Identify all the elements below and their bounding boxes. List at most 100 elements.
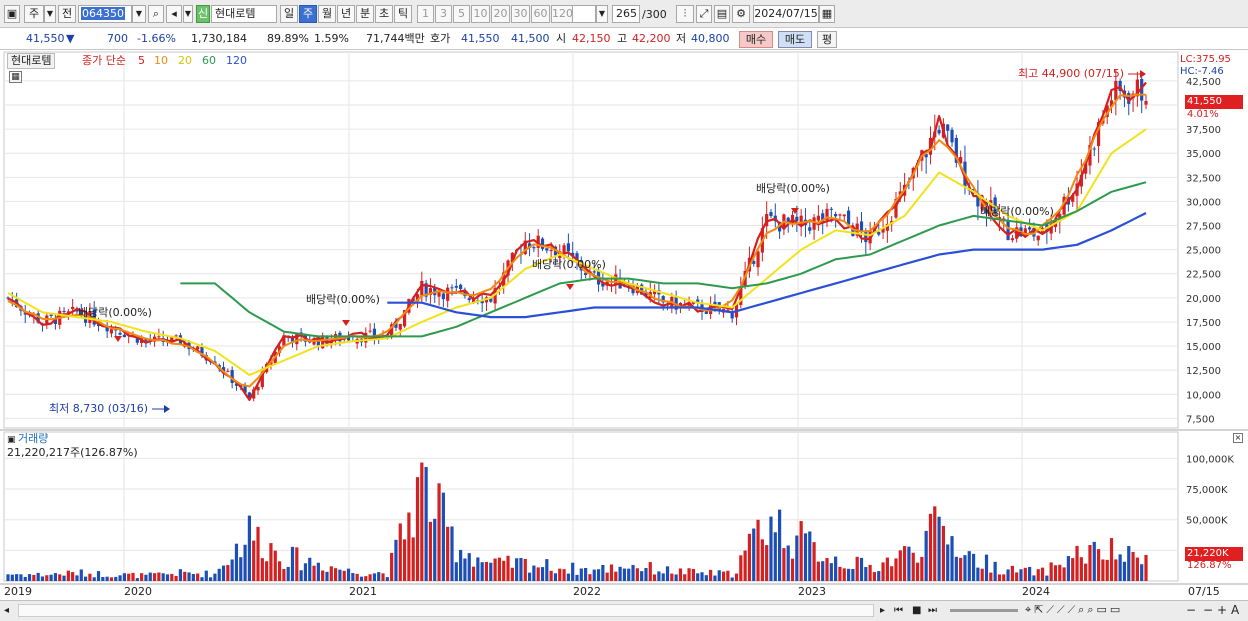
volume-bar: [53, 573, 58, 581]
period-button-1[interactable]: 주: [299, 5, 317, 23]
interval-button-0[interactable]: 1: [417, 5, 434, 23]
next-page-icon[interactable]: ⏭: [928, 604, 937, 618]
calendar-icon[interactable]: ▦: [819, 5, 835, 23]
period-button-3[interactable]: 년: [337, 5, 355, 23]
ask-label: 호가: [430, 32, 451, 45]
volume-bar: [1053, 565, 1058, 581]
interval-button-7[interactable]: 120: [551, 5, 573, 23]
period-button-6[interactable]: 틱: [394, 5, 412, 23]
volume-bar: [665, 566, 670, 581]
y-tick-label: 12,500: [1186, 366, 1221, 377]
volume-bar: [648, 562, 652, 581]
sell-button[interactable]: 매도: [778, 31, 812, 48]
volume-panel-icon[interactable]: ▣: [7, 433, 16, 447]
interval-button-3[interactable]: 10: [471, 5, 490, 23]
prev-button[interactable]: 전: [58, 5, 76, 23]
market-dropdown-icon[interactable]: ▼: [44, 5, 56, 23]
candle-type-icon[interactable]: ⫶: [676, 5, 694, 23]
market-select[interactable]: 주: [24, 5, 44, 23]
scroll-right-icon[interactable]: ▸: [880, 604, 885, 618]
volume-bar: [1140, 564, 1144, 581]
price-volume-chart[interactable]: 42,50040,00037,50035,00032,50030,00027,5…: [0, 50, 1248, 601]
drawing-tools-icons[interactable]: ⌖⇱⟋⟋⟋⌕⌕▭▭: [1025, 603, 1123, 617]
period-button-0[interactable]: 일: [280, 5, 298, 23]
volume-bar: [394, 539, 398, 581]
candle-body: [864, 230, 868, 243]
interval-button-2[interactable]: 5: [453, 5, 470, 23]
volume-bar: [200, 577, 204, 581]
candle-body: [118, 332, 122, 335]
volume-bar: [562, 569, 566, 581]
open-price: 42,150: [572, 32, 611, 45]
period-button-2[interactable]: 월: [318, 5, 336, 23]
volume-bar: [329, 566, 333, 581]
volume-bar: [411, 537, 415, 581]
interval-button-5[interactable]: 30: [511, 5, 530, 23]
search-icon[interactable]: ⌕: [148, 5, 164, 23]
volume-bar: [299, 570, 303, 581]
table-icon[interactable]: ▦: [9, 71, 22, 83]
volume-bar: [601, 564, 605, 581]
candle-body: [545, 248, 549, 251]
save-icon[interactable]: ▤: [714, 5, 730, 23]
volume-bar: [497, 557, 502, 581]
volume-bar: [83, 576, 88, 581]
interval-button-4[interactable]: 20: [491, 5, 510, 23]
settings-gear-icon[interactable]: ⚙: [732, 5, 750, 23]
code-dropdown-icon[interactable]: ▼: [132, 5, 146, 23]
period-button-5[interactable]: 초: [375, 5, 393, 23]
close-panel-icon[interactable]: ×: [1233, 433, 1243, 443]
volume-bar: [700, 572, 704, 581]
zoom-in-icon[interactable]: +: [1217, 603, 1227, 617]
volume-bar: [553, 573, 558, 581]
first-page-icon[interactable]: ⏮: [894, 604, 903, 618]
volume-bar: [816, 561, 820, 581]
volume-bar: [506, 555, 510, 581]
window-icon[interactable]: ▣: [4, 5, 20, 23]
interval-custom-field[interactable]: [572, 5, 596, 23]
volume-bar: [1040, 567, 1045, 581]
volume-bar: [390, 552, 394, 581]
volume-bar: [1006, 569, 1010, 581]
current-price-tag: 41,550: [1185, 95, 1243, 109]
speaker-dropdown-icon[interactable]: ▼: [183, 5, 193, 23]
stock-name-field[interactable]: 현대로템: [211, 5, 277, 23]
volume-value: 1,730,184: [191, 32, 247, 45]
stock-chart-app: { "toolbar": { "market_label": "주", "pre…: [0, 0, 1248, 621]
date-input[interactable]: 2024/07/15: [753, 5, 819, 23]
stop-icon[interactable]: ■: [912, 604, 921, 618]
count-input[interactable]: 265: [612, 5, 640, 23]
interval-button-6[interactable]: 60: [531, 5, 550, 23]
x-axis-label: 2024: [1022, 585, 1050, 598]
chart-tools-icon[interactable]: ⤢: [696, 5, 712, 23]
scroll-left-icon[interactable]: ◂: [4, 604, 9, 618]
candle-body: [441, 293, 445, 300]
bottom-scrollbar[interactable]: ◂ ▸ ⏮ ■ ⏭ ⌖⇱⟋⟋⟋⌕⌕▭▭ − − + A: [0, 600, 1248, 621]
font-size-icon[interactable]: A: [1231, 603, 1239, 617]
zoom-out-icon[interactable]: −: [1186, 603, 1196, 617]
buy-button[interactable]: 매수: [739, 31, 773, 48]
interval-button-1[interactable]: 3: [435, 5, 452, 23]
volume-tick-label: 50,000K: [1186, 516, 1228, 527]
volume-bar: [1105, 559, 1109, 581]
stock-code-input[interactable]: 064350: [78, 5, 132, 23]
minus-icon[interactable]: −: [1203, 603, 1213, 617]
volume-bar: [678, 568, 683, 581]
speaker-icon[interactable]: ◂: [166, 5, 182, 23]
ask-price: 41,550: [461, 32, 500, 45]
evaluation-button[interactable]: 평: [817, 31, 837, 48]
volume-bar: [747, 533, 752, 581]
dividend-label: 배당락(0.00%): [532, 258, 606, 271]
dividend-label: 배당락(0.00%): [980, 205, 1054, 218]
volume-bar: [377, 572, 381, 581]
volume-bar: [877, 571, 881, 581]
candle-body: [1010, 238, 1014, 241]
volume-bar: [256, 526, 260, 581]
zoom-slider[interactable]: [950, 609, 1018, 612]
volume-bar: [618, 566, 622, 581]
period-button-4[interactable]: 분: [356, 5, 374, 23]
scroll-track[interactable]: [18, 604, 874, 617]
volume-bar: [1079, 557, 1083, 581]
interval-dropdown-icon[interactable]: ▼: [596, 5, 608, 23]
price-panel-tag[interactable]: 현대로템: [7, 53, 56, 69]
